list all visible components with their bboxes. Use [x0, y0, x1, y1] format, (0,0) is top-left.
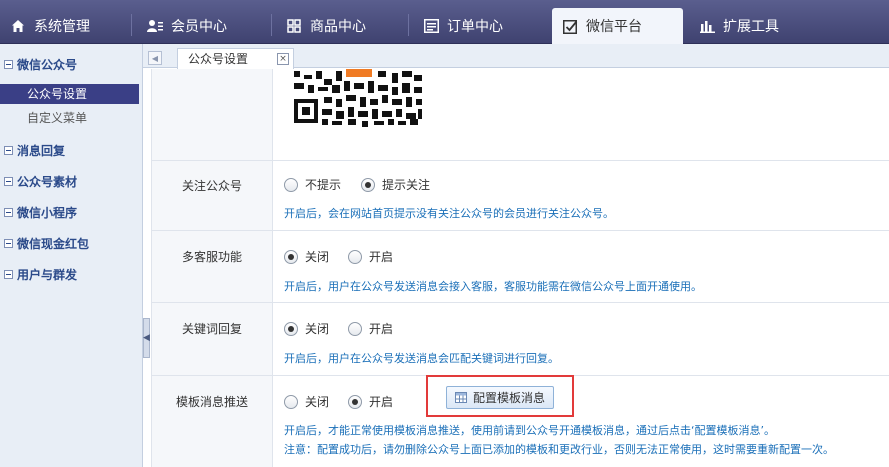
- collapse-icon: [4, 269, 13, 279]
- radio-label: 不提示: [305, 178, 342, 192]
- nav-tab-product[interactable]: 商品中心: [286, 8, 366, 44]
- sidebar-item-account-settings[interactable]: 公众号设置: [0, 84, 139, 104]
- sidebar-group-label: 微信小程序: [17, 205, 78, 220]
- customer-service-row: 多客服功能 关闭 开启 开启后，用户在公众号发送消息会接入客服，客服功能需在微信…: [151, 231, 889, 303]
- sidebar-group-materials[interactable]: 公众号素材: [0, 170, 143, 192]
- template-push-label: 模板消息推送: [175, 395, 248, 409]
- follow-account-hint: 开启后，会在网站首页提示没有关注公众号的会员进行关注公众号。: [284, 207, 614, 220]
- sidebar-group-red-packet[interactable]: 微信现金红包: [0, 232, 143, 254]
- radio-circle: [284, 177, 298, 192]
- radio-circle: [284, 321, 298, 336]
- configure-template-button[interactable]: 配置模板消息: [446, 386, 554, 409]
- nav-tab-label: 扩展工具: [723, 19, 779, 35]
- sidebar-group-official-account[interactable]: 微信公众号: [0, 53, 143, 75]
- radio-label: 提示关注: [382, 178, 431, 192]
- radio-circle: [361, 177, 375, 192]
- page-tab-label: 公众号设置: [188, 52, 249, 66]
- sidebar-group-label: 消息回复: [17, 143, 66, 158]
- radio-label: 关闭: [305, 395, 330, 409]
- sidebar-collapse-handle[interactable]: ◀: [143, 318, 150, 358]
- nav-tab-extend[interactable]: 扩展工具: [699, 8, 779, 44]
- nav-tab-label: 会员中心: [171, 19, 227, 35]
- table-icon: [454, 392, 467, 403]
- keyword-reply-on-radio[interactable]: 开启: [348, 320, 393, 337]
- follow-account-row: 关注公众号 不提示 提示关注 开启后，会在网站首页提示没有关注公众号的会员进行关…: [151, 161, 889, 231]
- collapse-icon: [4, 238, 13, 248]
- sidebar: 微信公众号 公众号设置 自定义菜单 消息回复 公众号素材 微信小程序 微信现金红…: [0, 44, 143, 467]
- follow-account-label: 关注公众号: [181, 179, 242, 193]
- top-nav: 系统管理 会员中心 商品中心 订单中心 微信平台 扩展工具: [0, 0, 889, 44]
- configure-template-button-label: 配置模板消息: [472, 391, 545, 405]
- radio-label: 关闭: [305, 322, 330, 336]
- nav-tab-order[interactable]: 订单中心: [423, 8, 503, 44]
- collapse-icon: [4, 176, 13, 186]
- template-push-hint: 开启后，才能正常使用模板消息推送，使用前请到公众号开通模板消息，通过后点击‘配置…: [284, 424, 775, 437]
- nav-tab-label: 订单中心: [447, 19, 503, 35]
- home-icon: [10, 18, 26, 34]
- radio-circle: [284, 249, 298, 264]
- sidebar-group-users-broadcast[interactable]: 用户与群发: [0, 263, 143, 285]
- nav-tab-label: 商品中心: [310, 19, 366, 35]
- collapse-icon: [4, 207, 13, 217]
- radio-label: 关闭: [305, 250, 330, 264]
- radio-circle: [348, 249, 362, 264]
- customer-service-on-radio[interactable]: 开启: [348, 248, 393, 265]
- page-tab-bar: ◀ 公众号设置 ×: [143, 44, 889, 69]
- template-push-note: 注意：配置成功后，请勿删除公众号上面已添加的模板和更改行业，否则无法正常使用，这…: [284, 443, 834, 456]
- bar-chart-icon: [699, 18, 715, 34]
- customer-service-hint: 开启后，用户在公众号发送消息会接入客服，客服功能需在微信公众号上面开通使用。: [284, 280, 702, 293]
- radio-circle: [348, 321, 362, 336]
- settings-form: 关注公众号 不提示 提示关注 开启后，会在网站首页提示没有关注公众号的会员进行关…: [151, 69, 889, 467]
- sidebar-group-message-reply[interactable]: 消息回复: [0, 139, 143, 161]
- keyword-reply-off-radio[interactable]: 关闭: [284, 320, 329, 337]
- template-push-off-radio[interactable]: 关闭: [284, 393, 329, 410]
- checkbox-icon: [562, 18, 578, 34]
- template-push-on-radio[interactable]: 开启: [348, 393, 393, 410]
- follow-prompt-radio[interactable]: 提示关注: [361, 176, 430, 193]
- grid-icon: [286, 18, 302, 34]
- qrcode-row: [151, 69, 889, 161]
- keyword-reply-hint: 开启后，用户在公众号发送消息会匹配关键词进行回复。: [284, 352, 559, 365]
- radio-circle: [348, 394, 362, 409]
- nav-tab-label: 系统管理: [34, 19, 90, 35]
- nav-tab-wechat[interactable]: 微信平台: [552, 8, 683, 44]
- keyword-reply-label: 关键词回复: [181, 322, 242, 336]
- nav-tab-system[interactable]: 系统管理: [10, 8, 90, 44]
- tab-scroll-left-button[interactable]: ◀: [148, 51, 162, 65]
- radio-circle: [284, 394, 298, 409]
- page-tab-account-settings[interactable]: 公众号设置 ×: [177, 48, 294, 69]
- sidebar-item-custom-menu[interactable]: 自定义菜单: [0, 108, 139, 128]
- sidebar-group-mini-program[interactable]: 微信小程序: [0, 201, 143, 223]
- nav-divider: [131, 14, 132, 36]
- radio-label: 开启: [369, 250, 394, 264]
- list-icon: [423, 18, 439, 34]
- nav-tab-label: 微信平台: [586, 19, 642, 35]
- keyword-reply-row: 关键词回复 关闭 开启 开启后，用户在公众号发送消息会匹配关键词进行回复。: [151, 303, 889, 376]
- nav-divider: [408, 14, 409, 36]
- collapse-icon: [4, 59, 13, 69]
- sidebar-group-label: 用户与群发: [17, 267, 78, 282]
- sidebar-group-label: 微信现金红包: [17, 236, 90, 251]
- collapse-icon: [4, 145, 13, 155]
- nav-divider: [271, 14, 272, 36]
- radio-label: 开启: [369, 322, 394, 336]
- follow-no-prompt-radio[interactable]: 不提示: [284, 176, 341, 193]
- sidebar-group-label: 微信公众号: [17, 57, 78, 72]
- customer-service-label: 多客服功能: [181, 250, 242, 264]
- nav-tab-member[interactable]: 会员中心: [147, 8, 227, 44]
- sidebar-group-label: 公众号素材: [17, 174, 78, 189]
- member-icon: [147, 18, 163, 34]
- qrcode-image: [292, 69, 424, 127]
- customer-service-off-radio[interactable]: 关闭: [284, 248, 329, 265]
- close-icon[interactable]: ×: [277, 53, 289, 65]
- radio-label: 开启: [369, 395, 394, 409]
